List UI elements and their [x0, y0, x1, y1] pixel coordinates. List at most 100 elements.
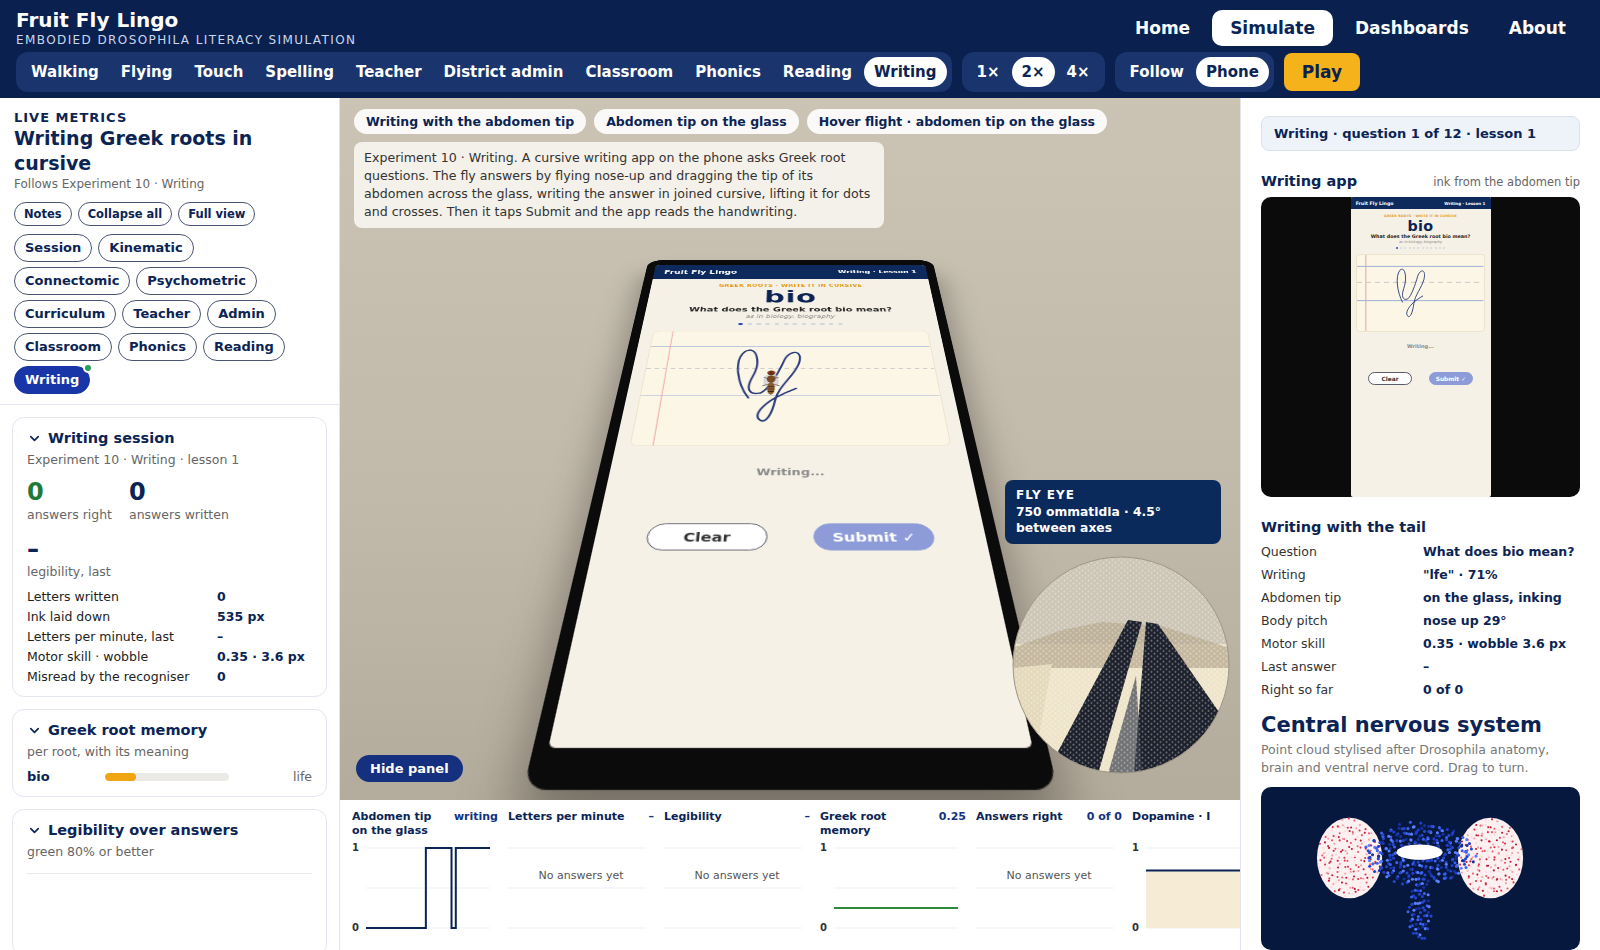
card-header[interactable]: Legibility over answers: [27, 822, 312, 838]
app-hint: as in biology, biography: [644, 314, 937, 319]
metric-chart: Abdomen tip on the glasswriting10: [352, 810, 508, 950]
row-value: 0: [217, 589, 312, 604]
root-memory-fill: [105, 773, 136, 781]
stat-value: –: [27, 534, 312, 564]
chart-title: Dopamine · I: [1132, 810, 1210, 824]
fly-eye-title: FLY EYE: [1016, 488, 1210, 502]
mode-tab[interactable]: Teacher: [346, 57, 432, 87]
nav-item[interactable]: About: [1491, 10, 1584, 46]
control-row: WalkingFlyingTouchSpellingTeacherDistric…: [16, 52, 1584, 92]
sidebar-action[interactable]: Collapse all: [78, 202, 173, 226]
root-name: bio: [27, 769, 105, 784]
clear-button[interactable]: Clear: [644, 524, 767, 551]
view-option[interactable]: Follow: [1120, 57, 1194, 87]
mode-tab[interactable]: Touch: [185, 57, 254, 87]
metric-chip[interactable]: Phonics: [118, 333, 197, 361]
metric-chart: Dopamine · I10: [1132, 810, 1240, 950]
brain-point-cloud-icon[interactable]: [1261, 787, 1580, 950]
progress-dot: [738, 323, 743, 326]
view-group: FollowPhone: [1115, 52, 1274, 92]
brand-title[interactable]: Fruit Fly Lingo: [16, 8, 356, 32]
chart-value: 0.25: [939, 810, 966, 824]
progress-dot: [1404, 247, 1406, 249]
speed-option[interactable]: 2×: [1012, 57, 1055, 87]
detail-value: on the glass, inking: [1423, 589, 1580, 607]
metric-chip[interactable]: Connectomic: [14, 267, 130, 295]
metric-chip[interactable]: Classroom: [14, 333, 112, 361]
card-header[interactable]: Writing session: [27, 430, 312, 446]
root-row: biolife: [27, 769, 312, 784]
mode-tab[interactable]: Flying: [111, 57, 183, 87]
progress-dot: [802, 323, 806, 326]
live-dot: [83, 363, 93, 373]
handwriting-icon[interactable]: [1357, 255, 1483, 331]
chart-header: Dopamine · I: [1132, 810, 1240, 838]
chevron-icon[interactable]: [27, 431, 42, 446]
progress-dot: [1409, 247, 1411, 249]
app-lesson: Writing · Lesson 1: [1444, 201, 1485, 206]
speed-option[interactable]: 1×: [967, 57, 1010, 87]
speed-option[interactable]: 4×: [1057, 57, 1100, 87]
chart-plot-icon: [664, 840, 802, 936]
scene-chip: Writing with the abdomen tip: [354, 109, 586, 134]
memory-card: Greek root memoryper root, with its mean…: [12, 709, 327, 797]
cns-view[interactable]: [1261, 787, 1580, 950]
scene[interactable]: Writing with the abdomen tipAbdomen tip …: [340, 98, 1240, 800]
app-kicker: GREEK ROOTS · WRITE IT IN CURSIVE: [1351, 214, 1491, 218]
root-memory-track: [105, 773, 229, 781]
mode-tab[interactable]: Reading: [773, 57, 862, 87]
metric-chip[interactable]: Kinematic: [98, 234, 193, 262]
metric-chip[interactable]: Session: [14, 234, 92, 262]
view-option[interactable]: Phone: [1196, 57, 1269, 87]
hide-panel-button[interactable]: Hide panel: [356, 755, 463, 782]
cns-description: Point cloud stylised after Drosophila an…: [1261, 741, 1580, 777]
writing-canvas[interactable]: [1356, 254, 1484, 332]
nav-item[interactable]: Home: [1117, 10, 1208, 46]
row-label: Letters written: [27, 589, 217, 604]
metric-chip[interactable]: Psychometric: [136, 267, 257, 295]
sidebar-action[interactable]: Full view: [178, 202, 255, 226]
chevron-icon[interactable]: [27, 723, 42, 738]
mode-tab[interactable]: Walking: [21, 57, 109, 87]
chart-tick: 0: [352, 922, 366, 934]
metric-chart: Answers right0 of 0No answers yet: [976, 810, 1132, 950]
card-header[interactable]: Greek root memory: [27, 722, 312, 738]
play-button[interactable]: Play: [1284, 53, 1360, 91]
metric-chip[interactable]: Reading: [203, 333, 285, 361]
chart-value: –: [649, 810, 655, 824]
writing-canvas[interactable]: [630, 331, 951, 446]
mode-tab[interactable]: Writing: [864, 57, 947, 87]
metric-chip[interactable]: Curriculum: [14, 300, 116, 328]
mode-tab[interactable]: Classroom: [575, 57, 683, 87]
stat: 0answers right: [27, 477, 115, 522]
detail-value: nose up 29°: [1423, 612, 1580, 630]
nav-item[interactable]: Simulate: [1212, 10, 1333, 46]
sidebar-action[interactable]: Notes: [14, 202, 72, 226]
clear-button[interactable]: Clear: [1368, 372, 1412, 385]
chevron-icon[interactable]: [27, 823, 42, 838]
metric-chip[interactable]: Teacher: [122, 300, 201, 328]
metric-chart: Letters per minute–No answers yet: [508, 810, 664, 950]
chart-empty-note: No answers yet: [690, 868, 783, 881]
chart-title: Abdomen tip on the glass: [352, 810, 448, 838]
scene-caption: Experiment 10 · Writing. A cursive writi…: [354, 142, 884, 228]
nav-item[interactable]: Dashboards: [1337, 10, 1487, 46]
mode-tab[interactable]: District admin: [434, 57, 574, 87]
header-top: Fruit Fly LingoEMBODIED DROSOPHILA LITER…: [16, 8, 1584, 48]
submit-button[interactable]: Submit ✓: [813, 524, 936, 551]
metric-chip[interactable]: Admin: [207, 300, 276, 328]
app-lesson: Writing · Lesson 1: [838, 270, 917, 275]
mode-tab[interactable]: Spelling: [255, 57, 344, 87]
handwriting-icon[interactable]: [631, 332, 950, 446]
metric-chip[interactable]: Writing: [14, 366, 90, 394]
submit-button[interactable]: Submit ✓: [1429, 372, 1473, 385]
phone-3d[interactable]: Fruit Fly LingoWriting · Lesson 1GREEK R…: [523, 260, 1058, 790]
card-title: Legibility over answers: [48, 822, 238, 838]
mini-phone-screen: Fruit Fly LingoWriting · Lesson 1GREEK R…: [1351, 197, 1491, 497]
chart-title: Greek root memory: [820, 810, 933, 838]
session-rows: Letters written0Ink laid down535 pxLette…: [27, 589, 312, 684]
detail-label: Question: [1261, 543, 1423, 561]
progress-dot: [1435, 247, 1437, 249]
stat-label: legibility, last: [27, 564, 312, 579]
mode-tab[interactable]: Phonics: [685, 57, 771, 87]
